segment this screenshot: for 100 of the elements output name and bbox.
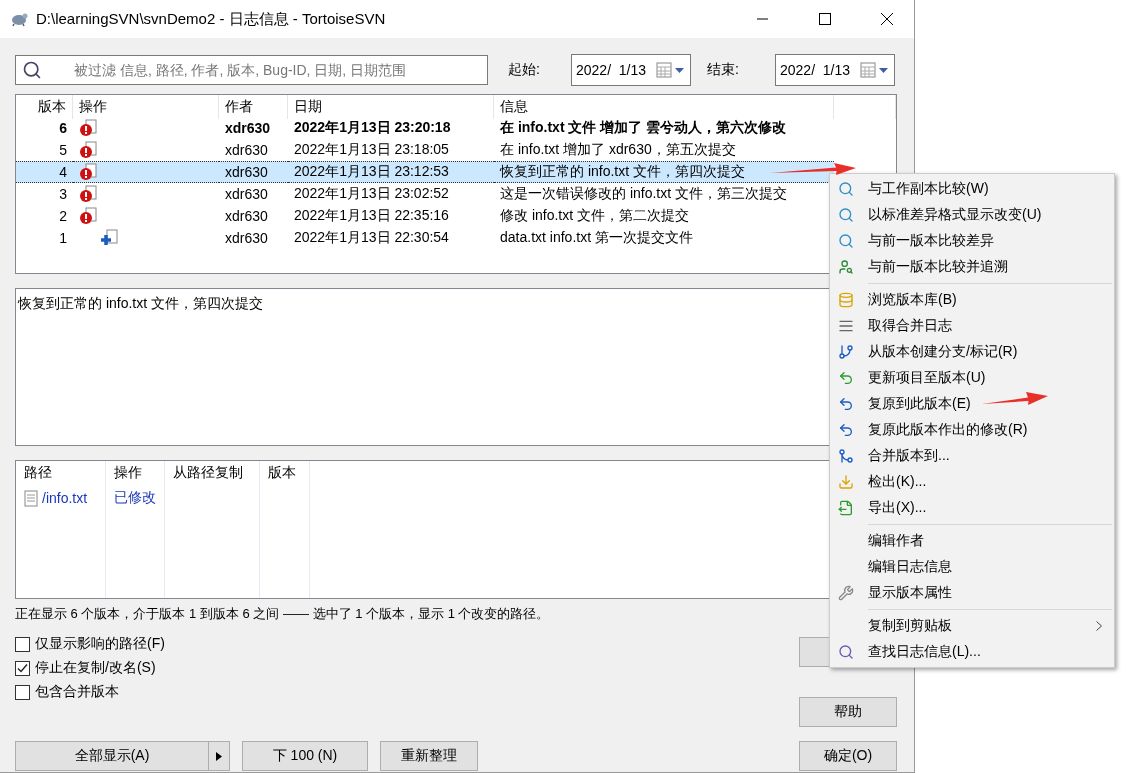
revision-cell[interactable]: 3	[16, 183, 73, 205]
checkbox-label[interactable]: 仅显示影响的路径(F)	[35, 635, 165, 653]
menu-item[interactable]: 复制到剪贴板	[830, 613, 1114, 639]
menu-item[interactable]: 与前一版本比较并追溯	[830, 254, 1114, 280]
revision-cell[interactable]: 4	[16, 161, 73, 183]
triangle-icon	[216, 751, 222, 761]
start-label: 起始:	[508, 61, 541, 79]
date-cell-text: 2022年1月13日 23:18:05	[293, 140, 450, 159]
menu-item[interactable]: 显示版本属性	[830, 580, 1114, 606]
magnifier-icon	[838, 233, 854, 249]
menu-item[interactable]: 查找日志信息(L)...	[830, 639, 1114, 665]
undo-icon	[838, 396, 854, 412]
message-cell: 恢复到正常的 info.txt 文件，第四次提交	[494, 161, 834, 183]
menu-item[interactable]: 合并版本到...	[830, 443, 1114, 469]
author-cell: xdr630	[219, 161, 288, 183]
date-cell-text: 2022年1月13日 23:20:18	[293, 118, 452, 137]
column-header[interactable]: 版本	[16, 95, 73, 119]
filter-field[interactable]: 被过滤 信息, 路径, 作者, 版本, Bug-ID, 日期, 日期范围	[15, 55, 488, 85]
menu-item[interactable]: 复原到此版本(E)	[830, 391, 1114, 417]
modified-file-icon	[79, 207, 99, 225]
checkbox[interactable]	[15, 684, 30, 700]
column-header[interactable]: 路径	[16, 461, 106, 487]
calendar-dropdown-icon[interactable]	[860, 62, 890, 78]
menu-item[interactable]: 编辑作者	[830, 528, 1114, 554]
merge-icon	[838, 448, 854, 464]
column-header[interactable]: 信息	[494, 95, 834, 119]
database-icon	[838, 292, 854, 308]
status-text: 正在显示 6 个版本，介于版本 1 到版本 6 之间 —— 选中了 1 个版本，显示 1 个改变的路径。	[15, 605, 551, 623]
date-cell: 2022年1月13日 23:12:53	[288, 161, 494, 183]
modified-file-icon	[79, 141, 99, 159]
show-all-button[interactable]: 全部显示(A)	[16, 742, 209, 770]
update-arrow-icon	[838, 370, 854, 386]
magnifier-icon	[838, 207, 854, 223]
revision-cell[interactable]: 2	[16, 205, 73, 227]
checkbox[interactable]	[15, 636, 30, 652]
author-cell-text: xdr630	[224, 185, 269, 204]
help-button[interactable]: 帮助	[799, 697, 897, 727]
modified-file-icon	[79, 163, 99, 181]
checkbox[interactable]	[15, 660, 30, 676]
check-icon	[17, 662, 28, 674]
author-cell-text: xdr630	[224, 229, 269, 248]
author-cell-text: xdr630	[224, 119, 272, 138]
next-100-button[interactable]: 下 100 (N)	[242, 741, 368, 771]
column-header[interactable]: 操作	[106, 461, 165, 487]
refresh-button[interactable]: 重新整理	[380, 741, 478, 771]
close-icon	[880, 12, 894, 26]
checkbox-label[interactable]: 包含合并版本	[35, 683, 119, 701]
end-label: 结束:	[707, 61, 740, 79]
window-title: D:\learningSVN\svnDemo2 - 日志信息 - TortoiseSVN	[36, 9, 387, 29]
revision-cell[interactable]: 1	[16, 227, 73, 249]
column-header[interactable]: 日期	[288, 95, 494, 119]
lines-icon	[838, 318, 854, 334]
menu-item[interactable]: 编辑日志信息	[830, 554, 1114, 580]
calendar-dropdown-icon[interactable]	[656, 62, 686, 78]
menu-item[interactable]: 更新项目至版本(U)	[830, 365, 1114, 391]
menu-item[interactable]: 取得合并日志	[830, 313, 1114, 339]
modified-file-icon	[79, 119, 99, 137]
modified-file-icon	[79, 185, 99, 203]
end-date-field[interactable]: 2022/ 1/13	[775, 54, 895, 86]
path-text[interactable]: /info.txt	[42, 490, 88, 506]
search-icon	[22, 60, 42, 80]
column-header[interactable]: 版本	[260, 461, 310, 487]
maximize-icon	[819, 13, 831, 25]
revision-cell[interactable]: 6	[16, 117, 73, 139]
menu-item[interactable]: 检出(K)...	[830, 469, 1114, 495]
turtle-icon	[10, 11, 28, 27]
person-magnifier-icon	[838, 259, 854, 275]
ok-button[interactable]: 确定(O)	[799, 741, 897, 771]
date-cell-text: 2022年1月13日 23:02:52	[293, 184, 450, 203]
column-header[interactable]: 作者	[219, 95, 288, 119]
message-cell-text: 修改 info.txt 文件，第二次提交	[499, 206, 691, 225]
menu-item[interactable]: 以标准差异格式显示改变(U)	[830, 202, 1114, 228]
author-cell-text: xdr630	[224, 207, 269, 226]
date-cell-text: 2022年1月13日 22:30:54	[293, 228, 450, 247]
export-icon	[838, 500, 854, 516]
checkbox-label[interactable]: 停止在复制/改名(S)	[35, 659, 156, 677]
start-date-field[interactable]: 2022/ 1/13	[571, 54, 691, 86]
log-message-text: 恢复到正常的 info.txt 文件，第四次提交	[18, 295, 264, 311]
message-cell-text: 这是一次错误修改的 info.txt 文件，第三次提交	[499, 184, 789, 203]
show-all-split-button[interactable]: 全部显示(A)	[15, 741, 230, 771]
magnifier-icon	[838, 181, 854, 197]
column-header[interactable]: 从路径复制	[165, 461, 260, 487]
menu-item[interactable]: 与前一版本比较差异	[830, 228, 1114, 254]
menu-item[interactable]: 从版本创建分支/标记(R)	[830, 339, 1114, 365]
message-cell-text: 在 info.txt 文件 增加了 雲兮动人，第六次修改	[499, 118, 788, 137]
date-cell-text: 2022年1月13日 22:35:16	[293, 206, 450, 225]
menu-item[interactable]: 复原此版本作出的修改(R)	[830, 417, 1114, 443]
checkout-icon	[838, 474, 854, 490]
wrench-icon	[838, 585, 854, 601]
menu-item[interactable]: 导出(X)...	[830, 495, 1114, 521]
menu-item[interactable]: 浏览版本库(B)	[830, 287, 1114, 313]
action-text: 已修改	[113, 488, 157, 507]
author-cell-text: xdr630	[224, 141, 269, 160]
revision-cell[interactable]: 5	[16, 139, 73, 161]
added-file-icon	[99, 229, 119, 247]
message-cell-text: 在 info.txt 增加了 xdr630，第五次提交	[499, 140, 737, 159]
undo-icon	[838, 422, 854, 438]
message-cell-text: data.txt info.txt 第一次提交文件	[499, 228, 694, 247]
search-icon	[838, 644, 854, 660]
document-icon	[24, 489, 38, 507]
